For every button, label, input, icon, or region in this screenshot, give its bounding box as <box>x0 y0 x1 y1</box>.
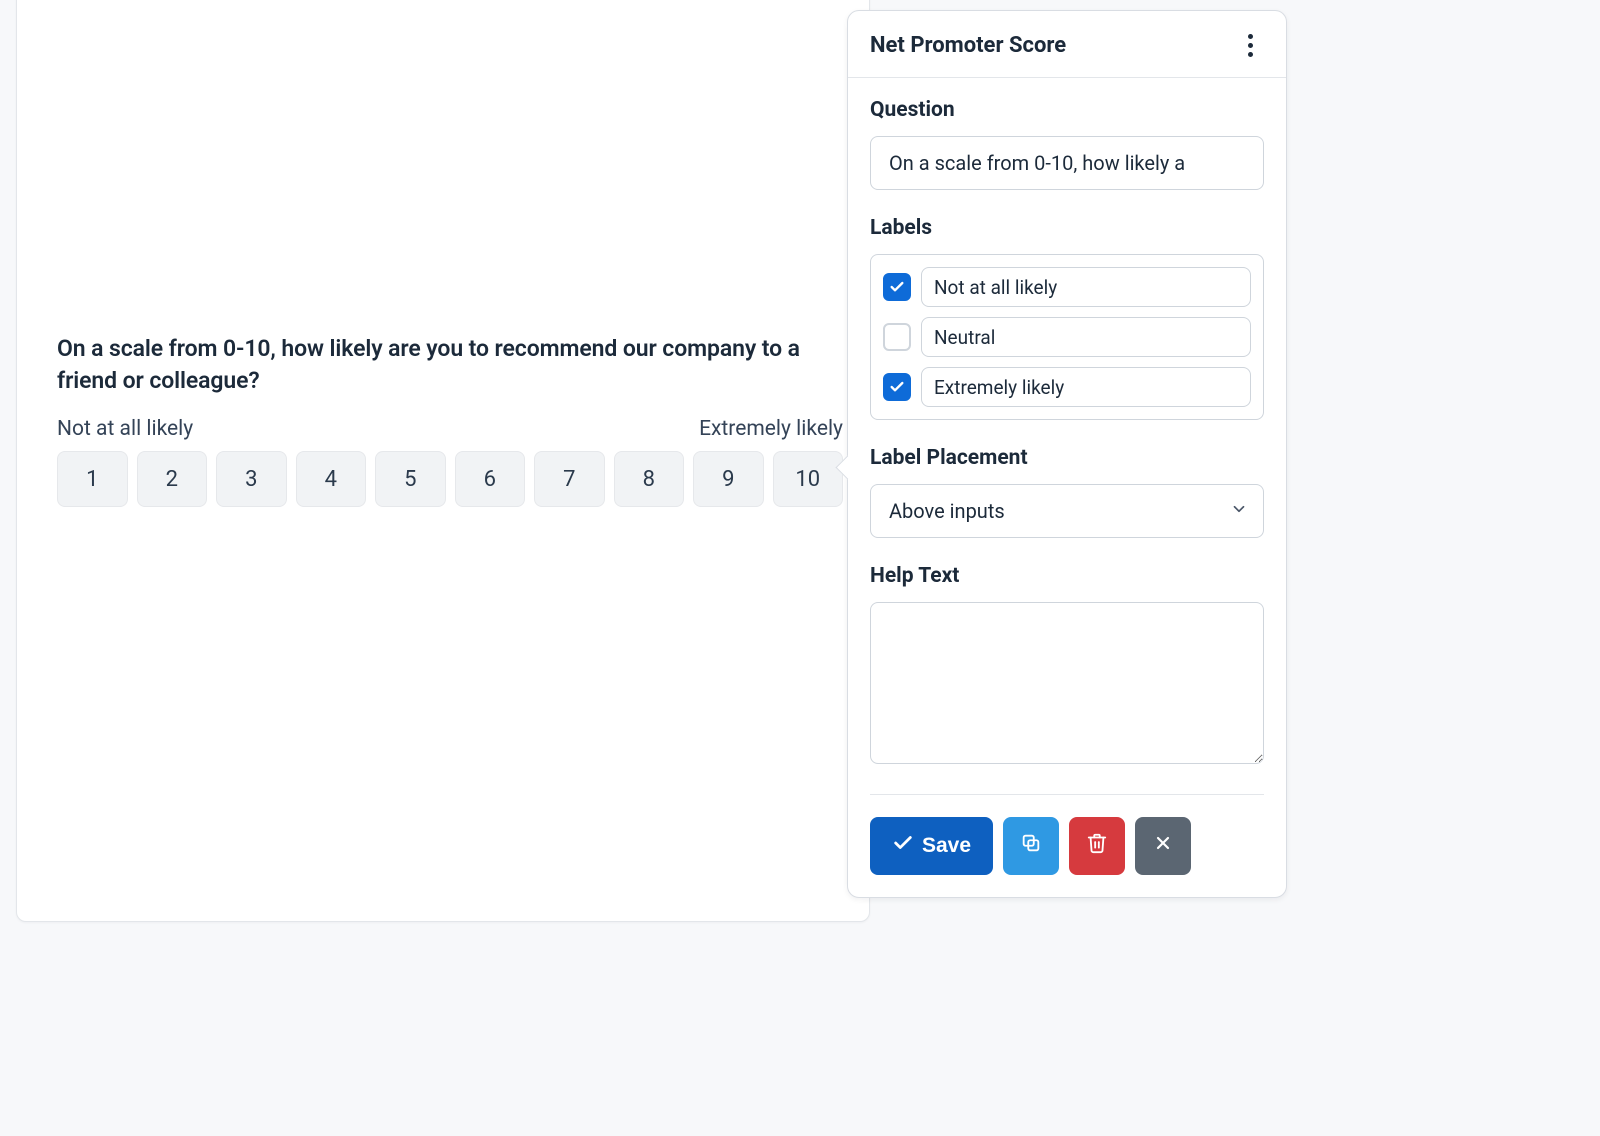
section-label-question: Question <box>870 98 1264 122</box>
label-checkbox[interactable] <box>883 323 911 351</box>
labels-box <box>870 254 1264 420</box>
trash-icon <box>1086 832 1108 860</box>
scale-label-high: Extremely likely <box>699 417 843 441</box>
label-placement-value: Above inputs <box>889 499 1005 523</box>
scale-option-10[interactable]: 10 <box>773 451 844 507</box>
scale-row: 12345678910 <box>57 451 843 507</box>
scale-option-4[interactable]: 4 <box>296 451 367 507</box>
editor-panel: Net Promoter Score Question Labels Label… <box>847 10 1287 898</box>
scale-option-8[interactable]: 8 <box>614 451 685 507</box>
scale-option-9[interactable]: 9 <box>693 451 764 507</box>
delete-button[interactable] <box>1069 817 1125 875</box>
label-placement-select[interactable]: Above inputs <box>870 484 1264 538</box>
label-text-input[interactable] <box>921 267 1251 307</box>
editor-title: Net Promoter Score <box>870 33 1066 58</box>
label-text-input[interactable] <box>921 367 1251 407</box>
close-icon <box>1153 833 1173 859</box>
label-checkbox[interactable] <box>883 373 911 401</box>
question-text: On a scale from 0-10, how likely are you… <box>57 333 843 397</box>
scale-option-5[interactable]: 5 <box>375 451 446 507</box>
section-label-placement: Label Placement <box>870 446 1264 470</box>
save-button[interactable]: Save <box>870 817 993 875</box>
more-menu-icon[interactable] <box>1236 31 1264 59</box>
label-row <box>883 267 1251 307</box>
section-label-helptext: Help Text <box>870 564 1264 588</box>
label-row <box>883 317 1251 357</box>
scale-option-6[interactable]: 6 <box>455 451 526 507</box>
scale-option-2[interactable]: 2 <box>137 451 208 507</box>
copy-icon <box>1020 832 1042 860</box>
editor-footer: Save <box>848 795 1286 897</box>
save-button-label: Save <box>922 834 971 858</box>
scale-option-7[interactable]: 7 <box>534 451 605 507</box>
check-icon <box>892 832 914 860</box>
preview-inner: On a scale from 0-10, how likely are you… <box>57 333 843 507</box>
help-text-input[interactable] <box>870 602 1264 764</box>
scale-option-3[interactable]: 3 <box>216 451 287 507</box>
label-checkbox[interactable] <box>883 273 911 301</box>
question-input[interactable] <box>870 136 1264 190</box>
editor-header: Net Promoter Score <box>848 11 1286 78</box>
close-button[interactable] <box>1135 817 1191 875</box>
label-row <box>883 367 1251 407</box>
scale-option-1[interactable]: 1 <box>57 451 128 507</box>
scale-labels: Not at all likely Extremely likely <box>57 417 843 441</box>
duplicate-button[interactable] <box>1003 817 1059 875</box>
scale-label-low: Not at all likely <box>57 417 193 441</box>
section-label-labels: Labels <box>870 216 1264 240</box>
preview-card: On a scale from 0-10, how likely are you… <box>16 0 870 922</box>
label-text-input[interactable] <box>921 317 1251 357</box>
